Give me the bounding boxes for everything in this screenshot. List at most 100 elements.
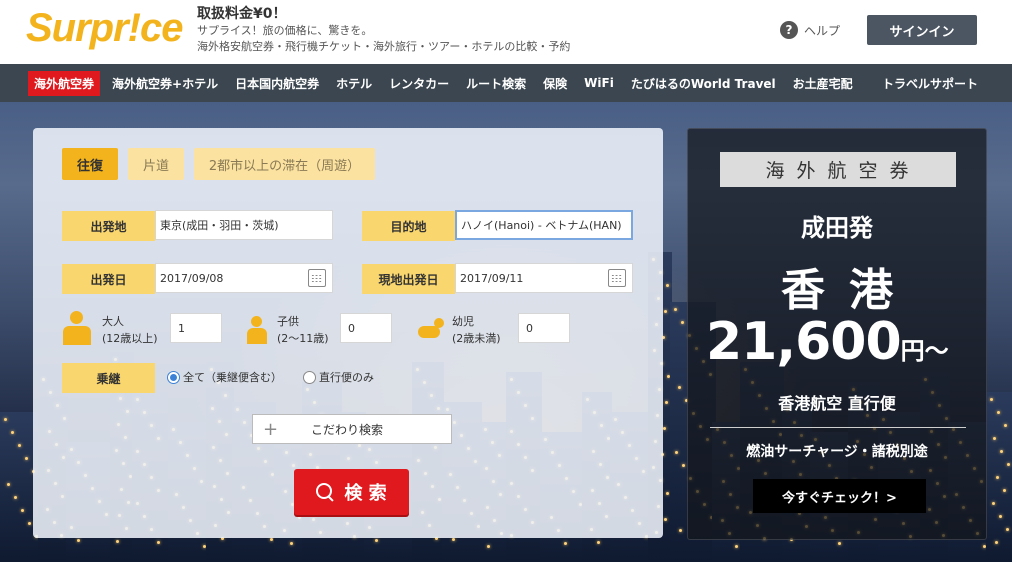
nav-item-travel-support[interactable]: トラベルサポート [882,75,978,92]
infant-label: 幼児 (2歳未満) [452,313,501,347]
window-light [21,509,24,512]
window-light [675,451,678,454]
help-link[interactable]: ? ヘルプ [780,21,840,39]
promo-price-unit: 円〜 [900,337,949,365]
search-button[interactable]: 検 索 [294,469,409,515]
window-light [999,515,1002,518]
promo-divider [710,427,966,428]
window-light [993,437,996,440]
origin-field[interactable]: 東京(成田・羽田・茨城) [155,210,333,240]
window-light [681,321,684,324]
window-light [666,284,669,287]
child-count-input[interactable]: 0 [340,313,392,343]
promo-destination: 香港 [781,265,917,316]
nav-item-insurance[interactable]: 保険 [543,75,567,92]
window-light [664,518,667,521]
window-light [678,386,681,389]
signin-button[interactable]: サインイン [867,15,977,45]
radio-checked-icon [167,370,180,384]
adult-icon [62,311,92,345]
child-icon [246,316,268,344]
advanced-search-button[interactable]: + こだわり検索 [252,414,452,444]
return-date-field[interactable]: 2017/09/11 [455,263,633,293]
adult-label: 大人 (12歳以上) [102,313,158,347]
window-light [666,492,669,495]
window-light [14,496,17,499]
window-light [18,444,21,447]
nav-item-world-travel[interactable]: たびはるのWorld Travel [631,75,776,92]
window-light [1007,463,1010,466]
window-light [1003,489,1006,492]
window-light [992,502,995,505]
tagline-title: 取扱料金¥0！ [197,6,287,22]
nav-item-domestic-flights[interactable]: 日本国内航空券 [235,75,319,92]
radio-direct-only-label: 直行便のみ [319,371,374,384]
child-age-range: (2〜11歳) [277,332,329,345]
advanced-search-label: こだわり検索 [311,422,384,437]
window-light [679,529,682,532]
window-light [1004,424,1007,427]
window-light [487,545,490,548]
window-light [7,483,10,486]
window-light [665,401,668,404]
nav-item-flight-hotel[interactable]: 海外航空券+ホテル [112,75,218,92]
calendar-icon[interactable] [308,269,326,287]
radio-direct-only[interactable]: 直行便のみ [303,369,374,385]
child-label-text: 子供 [277,315,299,328]
infant-age-range: (2歳未満) [452,332,501,345]
window-light [664,310,667,313]
nav-item-hotel[interactable]: ホテル [336,75,372,92]
search-button-label: 検 索 [344,483,387,504]
window-light [77,539,80,542]
window-light [116,540,119,543]
nav-item-rental-car[interactable]: レンタカー [389,75,449,92]
window-light [990,398,993,401]
tagline-line-1: サプライス！旅の価格に、驚きを。 [197,24,373,37]
main-nav: 海外航空券 海外航空券+ホテル 日本国内航空券 ホテル レンタカー ルート検索 … [0,64,1012,102]
promo-check-button[interactable]: 今すぐチェック！> [753,479,926,513]
window-light [4,418,7,421]
window-light [838,542,841,545]
window-light [290,542,293,545]
window-light [11,431,14,434]
tab-round-trip[interactable]: 往復 [62,148,118,180]
promo-note: 燃油サーチャージ・諸税別途 [746,444,928,460]
destination-field[interactable]: ハノイ(Hanoi) - ベトナム(HAN) [455,210,633,240]
return-date-label: 現地出発日 [362,264,455,294]
window-light [28,522,31,525]
window-light [375,539,378,542]
help-label: ヘルプ [804,23,841,38]
transit-label: 乗継 [62,363,155,393]
tagline-line-2: 海外格安航空券・飛行機チケット・海外旅行・ツアー・ホテルの比較・予約 [197,40,571,53]
window-light [674,308,677,311]
calendar-icon[interactable] [608,269,626,287]
origin-label: 出発地 [62,211,155,241]
window-light [735,545,738,548]
adult-age-range: (12歳以上) [102,332,158,345]
depart-date-field[interactable]: 2017/09/08 [155,263,333,293]
window-light [25,457,28,460]
infant-label-text: 幼児 [452,315,474,328]
site-logo[interactable]: Surpr!ce [26,6,183,51]
nav-item-route-search[interactable]: ルート検索 [466,75,526,92]
window-light [663,427,666,430]
radio-all-flights-label: 全て（乗継便含む） [183,371,282,384]
infant-count-input[interactable]: 0 [518,313,570,343]
nav-item-souvenir[interactable]: お土産宅配 [793,75,853,92]
radio-all-flights[interactable]: 全て（乗継便含む） [167,369,282,385]
nav-item-intl-flights[interactable]: 海外航空券 [28,70,101,96]
infant-icon [418,318,446,340]
window-light [1000,450,1003,453]
adult-count-input[interactable]: 1 [170,313,222,343]
skyline-building [986,392,1012,562]
radio-unchecked-icon [303,370,316,384]
promo-airline: 香港航空 直行便 [778,394,896,413]
tab-multi-city[interactable]: 2都市以上の滞在（周遊） [194,148,375,180]
nav-item-wifi[interactable]: WiFi [584,76,614,90]
question-icon: ? [780,21,798,39]
tab-one-way[interactable]: 片道 [128,148,184,180]
window-light [270,538,273,541]
child-label: 子供 (2〜11歳) [277,313,329,347]
window-light [682,464,685,467]
window-light [1006,528,1009,531]
